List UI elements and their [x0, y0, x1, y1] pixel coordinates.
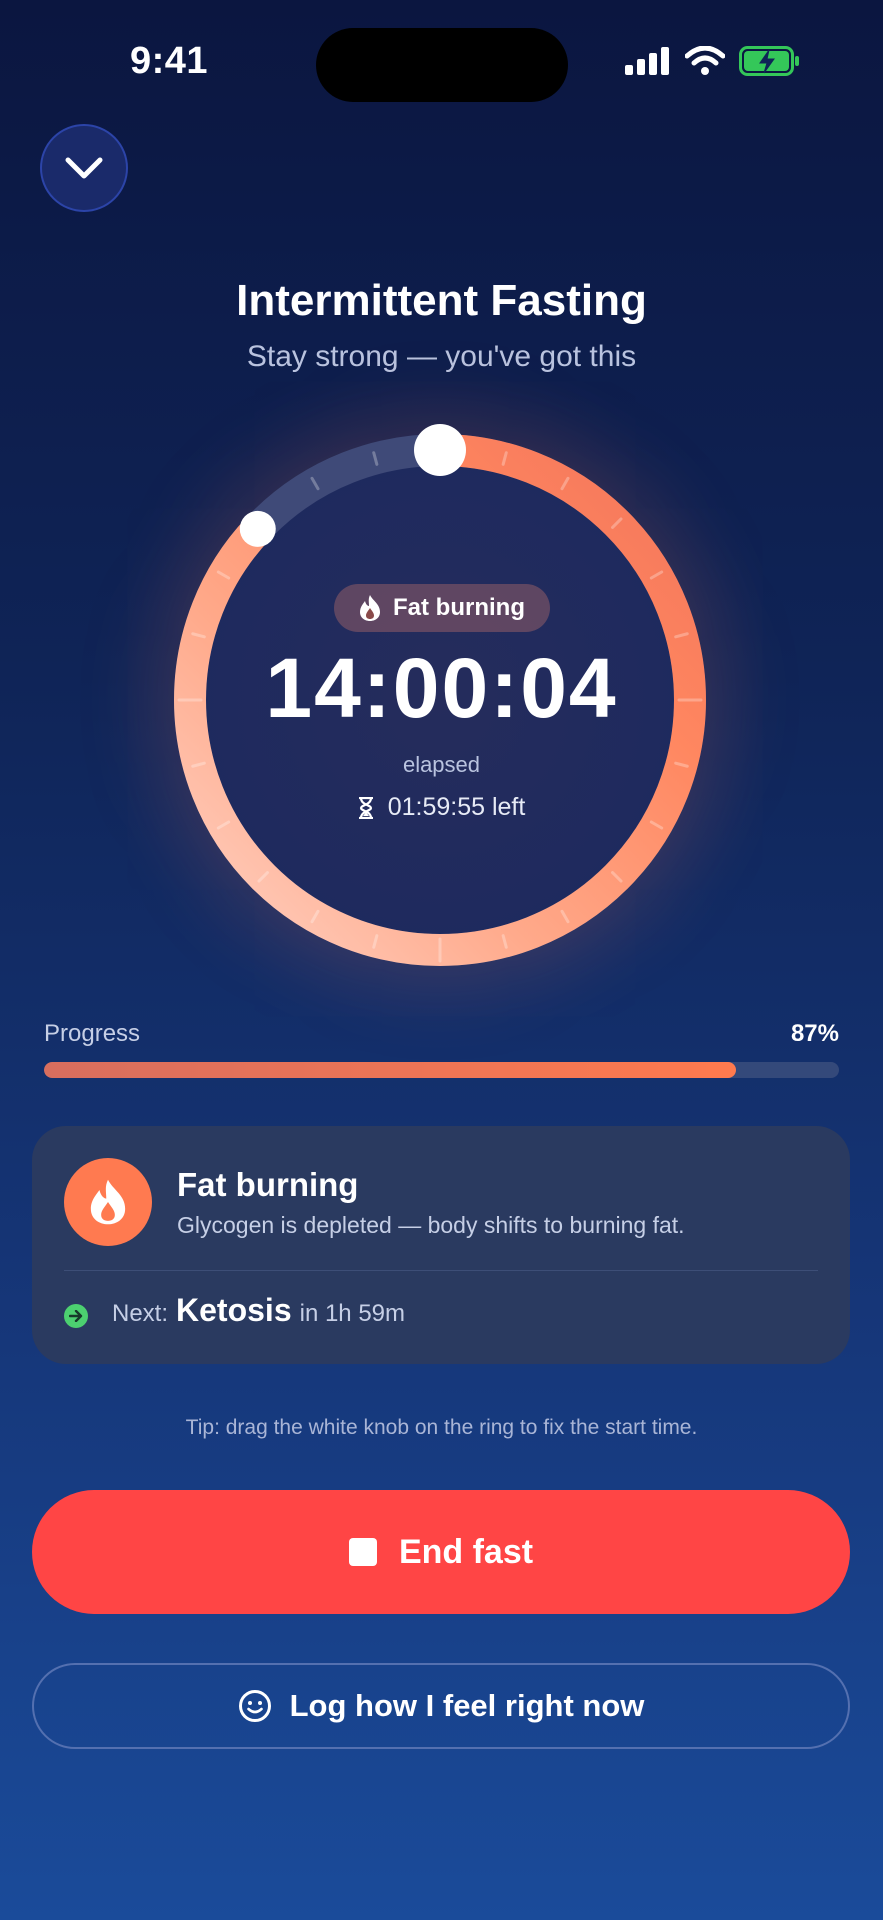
end-fast-button[interactable]: End fast	[32, 1490, 850, 1614]
time-remaining-label: 01:59:55 left	[387, 793, 526, 821]
dynamic-island	[316, 28, 568, 102]
time-remaining: 01:59:55 left	[0, 793, 883, 822]
flame-icon	[90, 1179, 126, 1225]
start-time-knob[interactable]	[414, 424, 466, 476]
phase-card-title: Fat burning	[177, 1166, 359, 1203]
phase-badge-label: Fat burning	[393, 594, 525, 621]
elapsed-label: elapsed	[402, 752, 481, 777]
next-phase-prefix: Next:	[112, 1300, 169, 1327]
status-time: 9:41	[130, 40, 209, 82]
phase-badge: Fat burning	[334, 584, 550, 632]
next-phase: Next: Ketosis in 1h 59m	[112, 1292, 405, 1329]
stop-icon	[348, 1538, 377, 1566]
page-subtitle: Stay strong — you've got this	[246, 340, 637, 373]
log-feeling-button[interactable]: Log how I feel right now	[32, 1663, 850, 1749]
wifi-icon	[685, 46, 725, 75]
page-title: Intermittent Fasting	[236, 276, 647, 325]
battery-charging-icon	[739, 46, 799, 76]
progress-label: Progress	[44, 1020, 141, 1047]
phase-card-icon	[64, 1158, 152, 1246]
progress-percent: 87%	[790, 1020, 839, 1047]
phase-card-description: Glycogen is depleted — body shifts to bu…	[177, 1212, 685, 1238]
cellular-signal-icon	[625, 47, 669, 75]
hourglass-icon	[358, 796, 373, 819]
log-feeling-label: Log how I feel right now	[289, 1688, 645, 1723]
chevron-down-icon	[65, 157, 103, 179]
progress-end-knob[interactable]	[239, 510, 276, 547]
status-icons	[625, 46, 801, 76]
smiley-icon	[238, 1690, 271, 1722]
arrow-right-circle-icon	[64, 1304, 88, 1328]
elapsed-timer: 14:00:04	[265, 641, 618, 735]
collapse-button[interactable]	[40, 124, 128, 212]
phase-card-divider	[64, 1270, 818, 1271]
tip-text: Tip: drag the white knob on the ring to …	[185, 1416, 698, 1439]
flame-icon	[360, 595, 380, 621]
progress-bar-fill	[44, 1062, 736, 1078]
next-phase-eta: in 1h 59m	[299, 1300, 406, 1327]
end-fast-label: End fast	[398, 1532, 534, 1571]
next-phase-name: Ketosis	[176, 1292, 292, 1328]
progress-bar	[44, 1062, 839, 1078]
